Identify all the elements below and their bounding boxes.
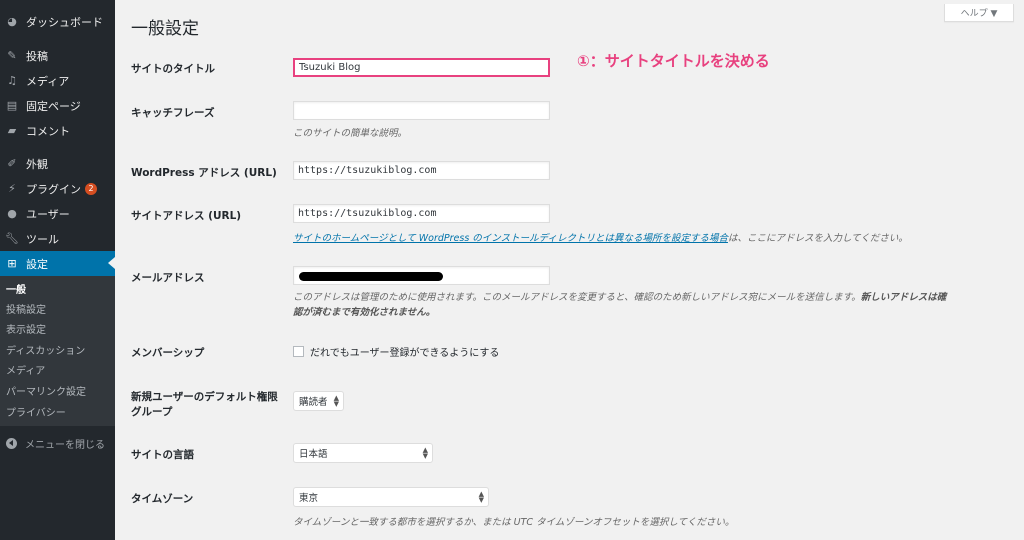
submenu-reading[interactable]: 表示設定 <box>6 322 46 340</box>
menu-label: ダッシュボード <box>26 15 103 29</box>
submenu-discussion[interactable]: ディスカッション <box>6 343 85 361</box>
site-address-input[interactable]: https://tsuzukiblog.com <box>293 204 550 223</box>
annotation-text: ①：サイトタイトルを決める <box>577 52 770 70</box>
collapse-arrow-icon <box>6 437 17 449</box>
menu-users[interactable]: ● ユーザー <box>0 201 115 226</box>
submenu-permalink[interactable]: パーマリンク設定 <box>6 384 86 402</box>
email-label: メールアドレス <box>131 272 205 284</box>
default-role-label: 新規ユーザーのデフォルト権限 グループ <box>131 390 278 420</box>
submenu-privacy[interactable]: プライバシー <box>6 405 66 423</box>
site-address-desc-suffix: は、ここにアドレスを入力してください。 <box>727 233 908 244</box>
update-count-badge: 2 <box>85 182 97 195</box>
comment-icon: ▰ <box>7 124 17 137</box>
site-title-input[interactable]: Tsuzuki Blog <box>293 58 550 77</box>
site-title-label: サイトのタイトル <box>131 63 215 75</box>
redacted-email-bar <box>299 272 443 281</box>
menu-plugins[interactable]: ⚡ プラグイン 2 <box>0 176 115 201</box>
select-arrows-icon: ▲ ▼ <box>422 446 428 460</box>
timezone-label: タイムゾーン <box>131 493 194 505</box>
menu-appearance[interactable]: ✐ 外観 <box>0 151 115 176</box>
default-role-value: 購読者 <box>299 397 328 408</box>
select-arrows-icon: ▲ ▼ <box>478 490 484 504</box>
membership-label: メンバーシップ <box>131 347 205 359</box>
collapse-label: メニューを閉じる <box>25 439 105 451</box>
email-description: このアドレスは管理のために使用されます。このメールアドレスを変更すると、確認のた… <box>293 290 953 320</box>
menu-label: 設定 <box>26 257 48 271</box>
pin-icon: ✎ <box>7 49 17 62</box>
menu-pages[interactable]: ▤ 固定ページ <box>0 93 115 118</box>
wp-address-input[interactable]: https://tsuzukiblog.com <box>293 161 550 180</box>
submenu-general[interactable]: 一般 <box>6 282 26 300</box>
menu-comments[interactable]: ▰ コメント <box>0 118 115 143</box>
tagline-label: キャッチフレーズ <box>131 107 215 119</box>
menu-label: 投稿 <box>26 49 48 63</box>
submenu-writing[interactable]: 投稿設定 <box>6 302 46 320</box>
email-desc-bold-2: 認が済むまで有効化されません。 <box>293 307 436 318</box>
page-title: 一般設定 <box>131 19 199 39</box>
user-icon: ● <box>7 207 17 220</box>
timezone-value: 東京 <box>299 493 319 504</box>
site-address-description: サイトのホームページとして WordPress のインストールディレクトリとは異… <box>293 230 908 244</box>
timezone-description: タイムゾーンと一致する都市を選択するか、または UTC タイムゾーンオフセットを… <box>293 517 735 528</box>
email-desc-text: このアドレスは管理のために使用されます。このメールアドレスを変更すると、確認のた… <box>293 292 861 303</box>
plugin-icon: ⚡ <box>8 182 16 195</box>
email-input[interactable] <box>293 266 550 285</box>
page-icon: ▤ <box>6 99 18 112</box>
default-role-label-line1: 新規ユーザーのデフォルト権限 <box>131 391 278 403</box>
main-content: 一般設定 ヘルプ ▼ サイトのタイトル Tsuzuki Blog ①：サイトタイ… <box>115 0 1024 540</box>
site-address-help-link[interactable]: サイトのホームページとして WordPress のインストールディレクトリとは異… <box>293 233 728 244</box>
tagline-input[interactable] <box>293 101 550 120</box>
menu-label: 固定ページ <box>26 99 81 113</box>
membership-checkbox-row[interactable]: だれでもユーザー登録ができるようにする <box>293 344 499 359</box>
menu-posts[interactable]: ✎ 投稿 <box>0 43 115 68</box>
brush-icon: ✐ <box>7 157 17 170</box>
wrench-icon: 🔧︎ <box>5 232 19 245</box>
membership-checkbox[interactable] <box>293 346 304 357</box>
media-icon: ♫ <box>7 74 17 87</box>
settings-icon: ⊞ <box>7 257 17 270</box>
menu-label: コメント <box>26 124 70 138</box>
default-role-label-line2: グループ <box>131 406 173 418</box>
site-address-label: サイトアドレス (URL) <box>131 210 242 222</box>
menu-label: 外観 <box>26 157 48 171</box>
language-label: サイトの言語 <box>131 449 194 461</box>
menu-label: プラグイン <box>26 182 81 196</box>
menu-media[interactable]: ♫ メディア <box>0 68 115 93</box>
menu-tools[interactable]: 🔧︎ ツール <box>0 226 115 251</box>
current-menu-arrow <box>108 257 115 269</box>
settings-submenu: 一般 投稿設定 表示設定 ディスカッション メディア パーマリンク設定 プライバ… <box>0 276 115 426</box>
language-select[interactable]: 日本語 ▲ ▼ <box>293 443 433 463</box>
menu-label: ユーザー <box>26 207 70 221</box>
select-arrows-icon: ▲ ▼ <box>333 394 339 408</box>
menu-dashboard[interactable]: ◕ ダッシュボード <box>0 9 115 34</box>
menu-label: ツール <box>26 232 59 246</box>
language-value: 日本語 <box>299 449 328 460</box>
membership-checkbox-label: だれでもユーザー登録ができるようにする <box>310 348 500 359</box>
submenu-media[interactable]: メディア <box>6 363 45 381</box>
default-role-select[interactable]: 購読者 ▲ ▼ <box>293 391 344 411</box>
timezone-select[interactable]: 東京 ▲ ▼ <box>293 487 489 507</box>
help-tab-button[interactable]: ヘルプ ▼ <box>944 4 1014 22</box>
menu-label: メディア <box>26 74 70 88</box>
admin-sidebar: ◕ ダッシュボード ✎ 投稿 ♫ メディア ▤ 固定ページ ▰ コメント ✐ 外… <box>0 0 115 540</box>
email-desc-bold-1: 新しいアドレスは確 <box>860 292 947 303</box>
menu-settings[interactable]: ⊞ 設定 <box>0 251 115 276</box>
dashboard-icon: ◕ <box>7 15 17 28</box>
tagline-description: このサイトの簡単な説明。 <box>293 128 408 139</box>
collapse-menu-button[interactable]: メニューを閉じる <box>0 433 115 453</box>
wp-address-label: WordPress アドレス (URL) <box>131 167 277 179</box>
